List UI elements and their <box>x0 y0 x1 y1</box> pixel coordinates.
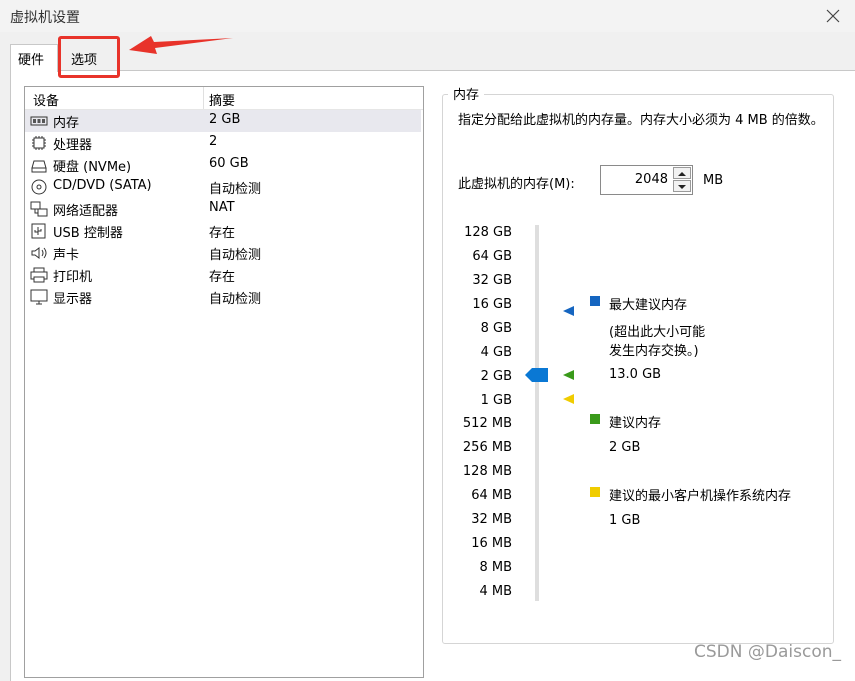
memory-value: 2048 <box>634 172 668 187</box>
scale-tick: 16 GB <box>472 297 512 312</box>
memory-slider-thumb[interactable] <box>525 367 549 383</box>
guest-min-value: 1 GB <box>609 513 641 528</box>
scale-tick: 512 MB <box>462 416 512 431</box>
usb-controller-icon <box>31 223 46 239</box>
memory-increment-button[interactable] <box>673 167 691 179</box>
device-row-memory[interactable]: 内存 2 GB <box>25 110 421 132</box>
arrow-down-icon <box>678 185 686 189</box>
scale-tick: 64 MB <box>471 488 512 503</box>
memory-unit: MB <box>703 173 724 188</box>
max-recommended-note: 发生内存交换。) <box>609 344 699 359</box>
tab-options[interactable]: 选项 <box>58 36 120 78</box>
display-icon <box>30 289 48 305</box>
annotation-arrow-icon <box>129 36 233 54</box>
device-summary: 2 GB <box>209 112 241 127</box>
memory-icon <box>30 116 48 126</box>
recommended-value: 2 GB <box>609 440 641 455</box>
guest-min-swatch <box>590 487 600 497</box>
network-adapter-icon <box>30 201 48 217</box>
processor-icon <box>32 136 46 150</box>
device-name: 处理器 <box>53 138 93 153</box>
max-recommended-marker-icon <box>563 306 574 316</box>
device-row-usb-controller[interactable]: USB 控制器 存在 <box>25 220 421 242</box>
device-row-cd-dvd[interactable]: CD/DVD (SATA) 自动检测 <box>25 176 421 198</box>
device-name: CD/DVD (SATA) <box>53 178 152 193</box>
device-table: 设备 摘要 内存 2 GB 处理器 2 硬盘 (NVMe) 60 GB CD/D… <box>24 86 424 678</box>
tab-hardware-label: 硬件 <box>18 53 45 68</box>
memory-decrement-button[interactable] <box>673 180 691 192</box>
recommended-marker-icon <box>563 370 574 380</box>
device-summary: 2 <box>209 134 218 149</box>
window-title: 虚拟机设置 <box>10 10 80 26</box>
memory-field-label: 此虚拟机的内存(M): <box>458 177 575 192</box>
recommended-title: 建议内存 <box>609 416 662 431</box>
column-header-summary[interactable]: 摘要 <box>209 90 235 109</box>
scale-tick: 256 MB <box>462 440 512 455</box>
device-name: 声卡 <box>53 248 80 263</box>
device-summary: 存在 <box>209 226 236 241</box>
scale-tick: 4 MB <box>479 584 512 599</box>
device-summary: NAT <box>209 200 235 215</box>
max-recommended-title: 最大建议内存 <box>609 298 688 313</box>
sound-card-icon <box>31 247 47 259</box>
device-summary: 自动检测 <box>209 292 262 307</box>
device-name: USB 控制器 <box>53 226 123 241</box>
device-name: 硬盘 (NVMe) <box>53 160 132 175</box>
guest-min-title: 建议的最小客户机操作系统内存 <box>609 489 792 504</box>
hard-disk-icon <box>31 160 47 173</box>
scale-tick: 16 MB <box>471 536 512 551</box>
device-row-network-adapter[interactable]: 网络适配器 NAT <box>25 198 421 220</box>
guest-min-marker-icon <box>563 394 574 404</box>
device-name: 内存 <box>53 116 80 131</box>
tab-hardware[interactable]: 硬件 <box>10 44 58 72</box>
max-recommended-note: (超出此大小可能 <box>609 325 706 340</box>
device-row-sound-card[interactable]: 声卡 自动检测 <box>25 242 421 264</box>
watermark: CSDN @Daiscon_ <box>694 642 841 662</box>
scale-tick: 128 GB <box>464 225 512 240</box>
memory-slider-track[interactable] <box>535 225 539 601</box>
device-name: 显示器 <box>53 292 93 307</box>
device-name: 打印机 <box>53 270 93 285</box>
memory-description: 指定分配给此虚拟机的内存量。内存大小必须为 4 MB 的倍数。 <box>458 113 824 128</box>
device-summary: 自动检测 <box>209 248 262 263</box>
device-row-display[interactable]: 显示器 自动检测 <box>25 286 421 308</box>
scale-tick: 128 MB <box>462 464 512 479</box>
device-summary: 存在 <box>209 270 236 285</box>
device-summary: 60 GB <box>209 156 249 171</box>
scale-tick: 32 MB <box>471 512 512 527</box>
device-row-processor[interactable]: 处理器 2 <box>25 132 421 154</box>
cd-dvd-icon <box>31 179 47 195</box>
scale-tick: 1 GB <box>480 393 512 408</box>
device-table-header: 设备 摘要 <box>25 87 423 110</box>
close-button[interactable] <box>811 0 855 32</box>
scale-tick: 64 GB <box>472 249 512 264</box>
tab-options-label: 选项 <box>71 53 98 68</box>
scale-tick: 4 GB <box>480 345 512 360</box>
scale-tick: 8 MB <box>479 560 512 575</box>
scale-tick: 32 GB <box>472 273 512 288</box>
printer-icon <box>30 267 48 283</box>
memory-spinbox[interactable]: 2048 <box>600 165 693 195</box>
memory-group-title: 内存 <box>448 84 485 103</box>
max-recommended-swatch <box>590 296 600 306</box>
scale-tick: 2 GB <box>480 369 512 384</box>
column-divider[interactable] <box>203 87 204 109</box>
title-bar: 虚拟机设置 <box>0 0 855 32</box>
column-header-device[interactable]: 设备 <box>33 90 59 109</box>
recommended-swatch <box>590 414 600 424</box>
close-icon <box>826 9 840 23</box>
device-row-printer[interactable]: 打印机 存在 <box>25 264 421 286</box>
arrow-up-icon <box>678 172 686 176</box>
device-row-hard-disk[interactable]: 硬盘 (NVMe) 60 GB <box>25 154 421 176</box>
scale-tick: 8 GB <box>480 321 512 336</box>
device-name: 网络适配器 <box>53 204 119 219</box>
device-summary: 自动检测 <box>209 182 262 197</box>
max-recommended-value: 13.0 GB <box>609 367 662 382</box>
